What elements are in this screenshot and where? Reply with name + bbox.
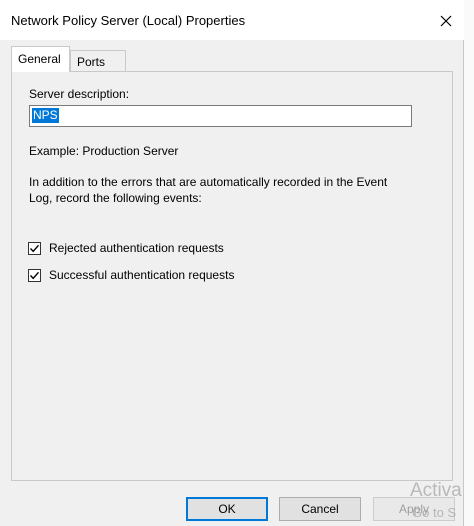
rejected-requests-checkbox[interactable] xyxy=(28,241,41,255)
close-button[interactable] xyxy=(430,8,462,34)
successful-requests-label: Successful authentication requests xyxy=(49,268,235,282)
apply-button[interactable]: Apply xyxy=(373,497,455,521)
cancel-button[interactable]: Cancel xyxy=(279,497,361,521)
example-text: Example: Production Server xyxy=(29,144,179,158)
checkmark-icon xyxy=(29,271,40,279)
server-description-label: Server description: xyxy=(29,87,130,101)
rejected-requests-checkbox-row[interactable]: Rejected authentication requests xyxy=(28,241,224,255)
ok-button[interactable]: OK xyxy=(186,497,268,521)
server-description-value: NPS xyxy=(32,108,59,123)
checkmark-icon xyxy=(29,244,40,252)
window-title: Network Policy Server (Local) Properties xyxy=(11,13,246,28)
title-bar: Network Policy Server (Local) Properties xyxy=(0,0,464,40)
successful-requests-checkbox[interactable] xyxy=(28,268,41,282)
successful-requests-checkbox-row[interactable]: Successful authentication requests xyxy=(28,268,234,282)
tab-ports[interactable]: Ports xyxy=(70,50,126,72)
general-tab-panel: Server description: NPS Example: Product… xyxy=(11,71,453,481)
rejected-requests-label: Rejected authentication requests xyxy=(49,241,224,255)
properties-dialog: Network Policy Server (Local) Properties… xyxy=(0,0,464,526)
tab-general[interactable]: General xyxy=(11,46,70,72)
server-description-input[interactable]: NPS xyxy=(29,105,412,127)
close-icon xyxy=(440,15,452,27)
info-text-line2: Log, record the following events: xyxy=(29,191,202,205)
info-text-line1: In addition to the errors that are autom… xyxy=(29,175,388,189)
background-window-edge xyxy=(464,0,474,526)
